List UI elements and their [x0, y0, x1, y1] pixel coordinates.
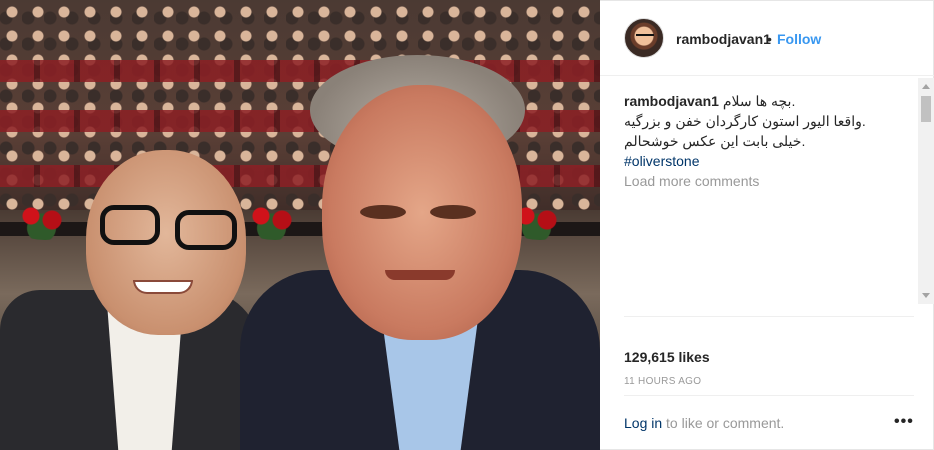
likes-count[interactable]: 129,615 likes — [624, 349, 710, 365]
follow-button[interactable]: Follow — [777, 31, 821, 47]
more-options-icon[interactable]: ••• — [894, 413, 914, 433]
username-link[interactable]: rambodjavan1 — [676, 31, 771, 47]
login-link[interactable]: Log in — [624, 415, 662, 431]
avatar-glasses — [636, 34, 654, 39]
post-photo[interactable] — [0, 0, 600, 450]
caption-line-3: خیلی بابت این عکس خوشحالم. — [624, 133, 806, 149]
caption-line-1: rambodjavan1 بچه ها سلام. — [624, 91, 914, 111]
scroll-up-icon[interactable] — [922, 84, 930, 89]
flowers — [240, 200, 310, 240]
caption-username[interactable]: rambodjavan1 — [624, 93, 719, 109]
comments-area: rambodjavan1 بچه ها سلام. واقعا الیور اس… — [624, 91, 914, 301]
scroll-thumb[interactable] — [921, 96, 931, 122]
scroll-down-icon[interactable] — [922, 293, 930, 298]
login-prompt-text: to like or comment. — [662, 415, 785, 431]
load-more-comments-button[interactable]: Load more comments — [624, 171, 759, 191]
comments-scrollbar[interactable] — [918, 78, 934, 304]
post-timestamp[interactable]: 11 HOURS AGO — [624, 376, 701, 387]
divider — [624, 316, 914, 317]
avatar[interactable] — [624, 18, 664, 58]
hashtag-link[interactable]: #oliverstone — [624, 151, 914, 171]
login-prompt: Log in to like or comment. — [624, 415, 784, 431]
caption-line-2: واقعا الیور استون کارگردان خفن و بزرگیه. — [624, 113, 866, 129]
flowers — [10, 200, 80, 240]
post-header: rambodjavan1 • Follow — [600, 0, 934, 76]
post-details-panel: rambodjavan1 • Follow rambodjavan1 بچه ه… — [600, 0, 934, 450]
caption-text-1: بچه ها سلام. — [722, 93, 796, 109]
seat-row — [0, 60, 600, 82]
divider — [624, 395, 914, 396]
separator-dot: • — [767, 31, 772, 47]
